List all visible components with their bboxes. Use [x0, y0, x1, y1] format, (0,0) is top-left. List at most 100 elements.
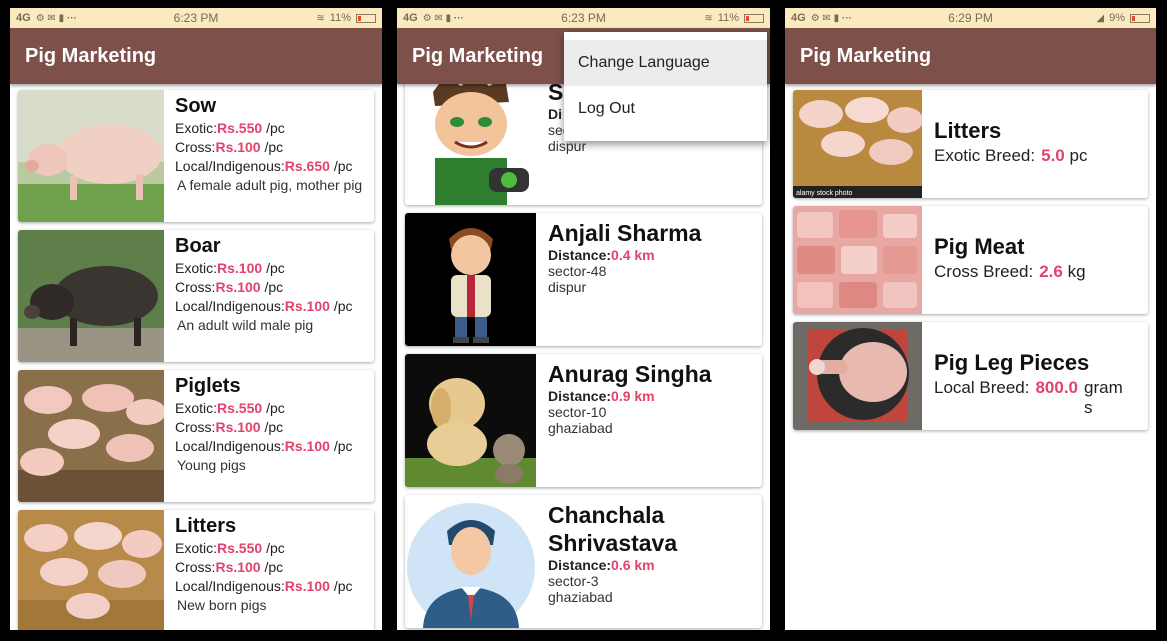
exotic-price-row: Exotic:Rs.100 /pc [175, 259, 353, 278]
unit: /pc [333, 578, 353, 594]
user-card[interactable]: Anurag Singha Distance:0.9 km sector-10 … [405, 354, 762, 487]
local-price-row: Local/Indigenous:Rs.100 /pc [175, 437, 353, 456]
cross-price: Rs.100 [215, 279, 261, 295]
breed-label: Local Breed: [934, 378, 1030, 397]
app-title: Pig Marketing [800, 44, 932, 67]
user-name: Chanchala Shrivastava [548, 502, 678, 556]
user-info: Anjali Sharma Distance:0.4 km sector-48 … [536, 213, 701, 346]
distance-value: 0.9 km [611, 388, 655, 404]
listing-info: Litters Exotic Breed: 5.0 pc [922, 90, 1087, 198]
unit: /pc [333, 158, 353, 174]
local-label: Local/Indigenous: [175, 578, 285, 594]
user-city: ghaziabad [548, 420, 613, 436]
unit: /pc [266, 120, 285, 136]
exotic-price: Rs.550 [217, 400, 263, 416]
distance-row: Distance:0.9 km [548, 388, 712, 404]
distance-value: 0.4 km [611, 247, 655, 263]
network-indicator: 4G [16, 12, 31, 24]
local-price: Rs.100 [284, 438, 330, 454]
change-language-menu-item[interactable]: Change Language [564, 40, 767, 86]
unit: /pc [333, 298, 353, 314]
user-list: S Di sector dispur Anjali Sharma Distanc… [397, 72, 770, 628]
businessman-avatar [405, 495, 536, 628]
product-card-litters[interactable]: Litters Exotic:Rs.550 /pc Cross:Rs.100 /… [18, 510, 374, 630]
user-card[interactable]: Anjali Sharma Distance:0.4 km sector-48 … [405, 213, 762, 346]
listing-card-litters[interactable]: alamy stock photo Litters Exotic Breed: 5… [793, 90, 1148, 198]
signal-icon: ◢ [1096, 12, 1105, 24]
wifi-icon: ≋ [316, 12, 325, 24]
product-card-piglets[interactable]: Piglets Exotic:Rs.550 /pc Cross:Rs.100 /… [18, 370, 374, 502]
listing-quantity-row: Local Breed: 800.0 grams [934, 378, 1130, 418]
listing-name: Pig Leg Pieces [934, 350, 1090, 375]
product-card-boar[interactable]: Boar Exotic:Rs.100 /pc Cross:Rs.100 /pc … [18, 230, 374, 362]
cross-price: Rs.100 [215, 419, 261, 435]
listing-card-pig-meat[interactable]: Pig Meat Cross Breed: 2.6 kg [793, 206, 1148, 314]
cartoon-child-avatar [405, 213, 536, 346]
user-sector: sector-48 [548, 263, 607, 279]
screen-listings: 4G ⚙ ✉ ▮ ··· 6:29 PM ◢ 9% Pig Marketing al… [785, 8, 1156, 630]
status-bar: 4G ⚙ ✉ ▮ ··· 6:29 PM ◢ 9% [785, 8, 1156, 28]
user-name: Anurag Singha [548, 361, 712, 387]
app-title: Pig Marketing [412, 44, 544, 67]
cross-price-row: Cross:Rs.100 /pc [175, 278, 353, 297]
product-description: A female adult pig, mother pig [177, 177, 363, 193]
distance-label: Distance: [548, 247, 612, 263]
product-name: Litters [175, 515, 237, 537]
cross-price: Rs.100 [215, 139, 261, 155]
product-info: Boar Exotic:Rs.100 /pc Cross:Rs.100 /pc … [164, 230, 353, 362]
app-title: Pig Marketing [25, 44, 157, 67]
user-card[interactable]: Chanchala Shrivastava Distance:0.6 km se… [405, 495, 762, 628]
quantity-unit: pc [1069, 146, 1088, 165]
listing-quantity-row: Cross Breed: 2.6 kg [934, 262, 1086, 282]
listing-info: Pig Leg Pieces Local Breed: 800.0 grams [922, 322, 1130, 430]
app-bar: Pig Marketing [785, 28, 1156, 84]
notification-icons: ⚙ ✉ ▮ ··· [35, 12, 77, 24]
cross-label: Cross: [175, 139, 216, 155]
app-bar: Pig Marketing [10, 28, 382, 84]
local-label: Local/Indigenous: [175, 438, 285, 454]
sow-photo [18, 90, 164, 222]
distance-value: 0.6 km [611, 557, 655, 573]
unit: /pc [264, 279, 284, 295]
battery-icon [356, 13, 376, 23]
notification-icons: ⚙ ✉ ▮ ··· [422, 12, 464, 24]
unit: /pc [333, 438, 353, 454]
exotic-price-row: Exotic:Rs.550 /pc [175, 399, 353, 418]
exotic-price: Rs.100 [217, 260, 263, 276]
screen-user-list: 4G ⚙ ✉ ▮ ··· 6:23 PM ≋ 11% Pig Marketing C… [397, 8, 770, 630]
product-description: New born pigs [177, 597, 267, 613]
log-out-menu-item[interactable]: Log Out [564, 86, 767, 132]
quantity-unit: kg [1067, 262, 1086, 281]
quantity-value: 5.0 [1041, 146, 1065, 165]
unit: /pc [264, 139, 284, 155]
listing-quantity-row: Exotic Breed: 5.0 pc [934, 146, 1087, 166]
litters-photo: alamy stock photo [793, 90, 922, 198]
user-city: ghaziabad [548, 589, 613, 605]
distance-row: Distance:0.4 km [548, 247, 701, 263]
product-info: Piglets Exotic:Rs.550 /pc Cross:Rs.100 /… [164, 370, 353, 502]
listing-name: Pig Meat [934, 234, 1025, 259]
product-description: Young pigs [177, 457, 246, 473]
local-price: Rs.100 [284, 578, 330, 594]
battery-level: 11% [329, 12, 351, 24]
product-info: Sow Exotic:Rs.550 /pc Cross:Rs.100 /pc L… [164, 90, 362, 222]
user-info: Chanchala Shrivastava Distance:0.6 km se… [536, 495, 762, 628]
battery-icon [744, 13, 764, 23]
cross-label: Cross: [175, 419, 216, 435]
listing-card-pig-leg-pieces[interactable]: Pig Leg Pieces Local Breed: 800.0 grams [793, 322, 1148, 430]
cross-label: Cross: [175, 279, 216, 295]
exotic-price: Rs.550 [217, 540, 263, 556]
user-sector: sector-3 [548, 573, 599, 589]
cartoon-boy-avatar [405, 72, 536, 205]
quantity-unit: grams [1084, 378, 1123, 417]
exotic-label: Exotic: [175, 540, 218, 556]
product-card-sow[interactable]: Sow Exotic:Rs.550 /pc Cross:Rs.100 /pc L… [18, 90, 374, 222]
product-name: Sow [175, 95, 217, 117]
distance-label: Distance: [548, 388, 612, 404]
network-indicator: 4G [403, 12, 418, 24]
breed-label: Exotic Breed: [934, 146, 1036, 165]
exotic-label: Exotic: [175, 400, 218, 416]
distance-label: Di [548, 106, 562, 122]
unit: /pc [266, 260, 285, 276]
pig-meat-photo [793, 206, 922, 314]
